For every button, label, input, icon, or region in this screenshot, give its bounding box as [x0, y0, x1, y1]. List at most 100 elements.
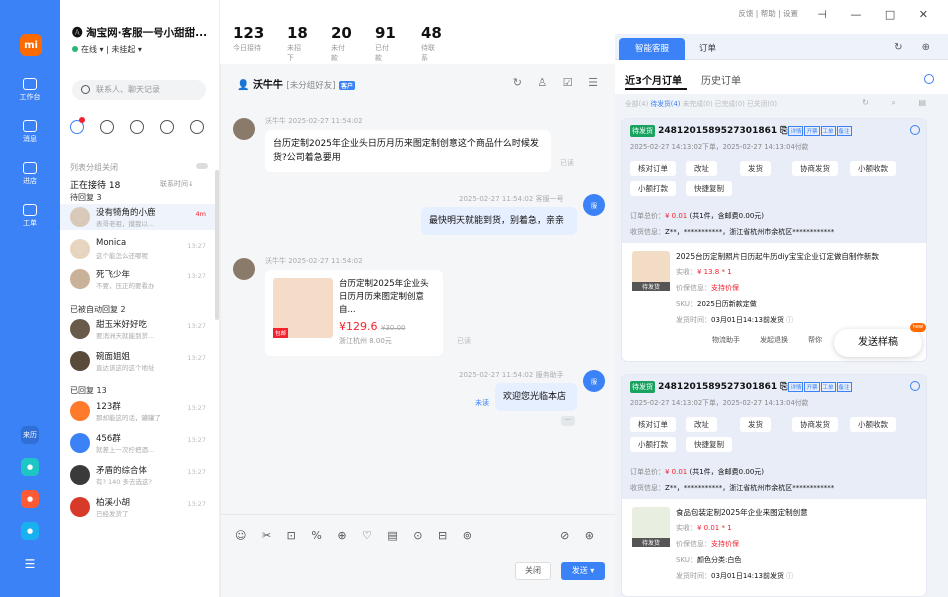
sort-selector[interactable]: 联系时间↓ — [160, 179, 194, 189]
logistics-helper-button[interactable]: 物流助手 — [712, 335, 740, 345]
product-card[interactable]: 包邮 台历定制2025年企业头日历月历来图定制创意自... ¥129.6 ¥30… — [265, 270, 443, 356]
order-ticket-tag[interactable]: 工单 — [820, 382, 836, 392]
action-button[interactable]: 发货 — [740, 417, 771, 432]
avatar — [70, 465, 90, 485]
app-logo: mi — [20, 34, 42, 56]
ticket-tag[interactable]: 开票 — [804, 382, 820, 392]
rail-item-messages[interactable]: 消息 — [0, 120, 60, 144]
conversation-item[interactable]: 矛盾的综合体 有? 140 多去选这? 13:27 — [60, 462, 218, 488]
close-button[interactable]: 关闭 — [515, 562, 551, 580]
product-image: 待发货 — [632, 251, 670, 291]
conversation-panel: 🅐 淘宝网·客服一号小甜甜... 在线 ▾ | 未挂起 ▾ 联系人、聊天记录 列… — [60, 0, 220, 597]
rail-item-tickets[interactable]: 工单 — [0, 204, 60, 228]
filter-tool-icons[interactable]: ↻ ⌕ ▤ — [862, 98, 936, 108]
agent-avatar: 服 — [583, 370, 605, 392]
action-button[interactable]: 发货 — [740, 161, 771, 176]
group-avatar — [70, 401, 90, 421]
filter-tabs — [70, 117, 210, 136]
copy-icon[interactable]: ⎘ — [780, 382, 787, 392]
stat-today[interactable]: 123 今日接待 — [233, 24, 264, 53]
stat-unordered[interactable]: 18 未招下 — [287, 24, 308, 63]
group-toggle-label: 列表分组关闭 — [70, 163, 118, 172]
refresh-add-icons[interactable]: ↻ ⊕ — [894, 42, 938, 53]
toolbar-icons[interactable]: ☺ ✂ ⊡ % ⊕ ♡ ▤ ⊙ ⊟ ⊚ — [235, 529, 478, 542]
input-toolbar: ☺ ✂ ⊡ % ⊕ ♡ ▤ ⊙ ⊟ ⊚ ⊘ ⊛ — [221, 514, 616, 554]
rail-tag-button[interactable]: 来历 — [21, 426, 39, 444]
window-controls[interactable]: ⊣ — □ ✕ — [817, 8, 938, 21]
action-button[interactable]: 核对订单 — [630, 161, 676, 176]
action-button[interactable]: 改址 — [686, 417, 717, 432]
action-button[interactable]: 小额打款 — [630, 437, 676, 452]
list-scrollbar[interactable] — [215, 170, 219, 320]
conversation-item[interactable]: 甜玉米好好吃 要消洲天就能到货... 13:27 — [60, 316, 218, 342]
collapse-icon[interactable] — [910, 125, 920, 135]
send-proof-button[interactable]: 发送样稿 new — [834, 323, 926, 357]
avatar: 👤 — [237, 80, 253, 91]
order-id[interactable]: 2481201589527301861 — [658, 126, 777, 136]
tab-history-icon[interactable] — [100, 120, 114, 134]
rail-item-workbench[interactable]: 工作台 — [0, 78, 60, 102]
action-button[interactable]: 核对订单 — [630, 417, 676, 432]
conversation-item[interactable]: 456群 就差上一次拧把酒... 13:27 — [60, 430, 218, 456]
order-filters[interactable]: 全部(4) 待发货(4) 未完成(0) 已完成(0) 已关闭(0) — [625, 98, 777, 108]
tab-recent-orders[interactable]: 近3个月订单 — [625, 72, 682, 87]
rail-item-shop[interactable]: 进店 — [0, 162, 60, 186]
detail-tag[interactable]: 详情 — [788, 126, 804, 136]
more-icon[interactable]: ··· — [561, 416, 575, 426]
tab-person-icon[interactable] — [130, 120, 144, 134]
send-button[interactable]: 发送 ▾ — [561, 562, 605, 580]
status-selector[interactable]: 在线 ▾ | 未挂起 ▾ — [72, 44, 142, 55]
order-product: 待发货 食品包装定制2025年企业来图定制创意 实收：¥ 0.01 * 1 价保… — [628, 503, 922, 595]
menu-icon[interactable]: ☰ — [21, 555, 39, 573]
note-tag[interactable]: 备注 — [836, 382, 852, 392]
help-button[interactable]: 帮你 — [808, 335, 822, 345]
action-button[interactable]: 协商发货 — [792, 161, 838, 176]
message-bubble: 台历定制2025年企业头日历月历来图定制创意这个商品什么时候发货?公司着急要用 — [265, 130, 551, 172]
detail-tag[interactable]: 详情 — [788, 382, 804, 392]
ticket-tag[interactable]: 开票 — [804, 126, 820, 136]
top-links[interactable]: 反馈 | 帮助 | 设置 — [738, 8, 798, 19]
tab-history-orders[interactable]: 历史订单 — [701, 72, 741, 87]
toolbar-right-icons[interactable]: ⊘ ⊛ — [560, 529, 600, 542]
conversation-item[interactable]: 碗面姐姐 直达该这的这个地址 13:27 — [60, 348, 218, 374]
refund-button[interactable]: 发起退换 — [760, 335, 788, 345]
conversation-item[interactable]: Monica 这个能怎么还哪呢 13:27 — [60, 236, 218, 262]
product-image: 包邮 — [273, 278, 333, 338]
note-tag[interactable]: 备注 — [836, 126, 852, 136]
avatar — [70, 239, 90, 259]
action-button[interactable]: 改址 — [686, 161, 717, 176]
shop-title: 🅐 淘宝网·客服一号小甜甜... — [72, 27, 208, 39]
conversation-item[interactable]: 123群 那却能这的话，罐罐了 13:27 — [60, 398, 218, 424]
action-button[interactable]: 小额打款 — [630, 181, 676, 196]
plugin-app-3-icon[interactable]: ● — [21, 522, 39, 540]
online-dot-icon — [72, 46, 78, 52]
action-button[interactable]: 快捷复制 — [686, 437, 732, 452]
action-button[interactable]: 小额收款 — [850, 417, 896, 432]
plugin-app-1-icon[interactable]: ● — [21, 458, 39, 476]
conversation-item[interactable]: 柏溪小胡 已经发货了 13:27 — [60, 494, 218, 520]
conversation-item[interactable]: 没有犄角的小鹿 表哥老祖，摸我以... 4m — [60, 204, 218, 230]
collapse-icon[interactable] — [910, 381, 920, 391]
tab-orders[interactable]: 订单 — [699, 38, 716, 60]
stat-unpaid[interactable]: 20 未付款 — [331, 24, 352, 63]
workbench-icon — [23, 78, 37, 90]
plugin-app-2-icon[interactable]: ● — [21, 490, 39, 508]
tab-group-icon[interactable] — [190, 120, 204, 134]
action-button[interactable]: 协商发货 — [792, 417, 838, 432]
order-id[interactable]: 2481201589527301861 — [658, 382, 777, 392]
action-button[interactable]: 小额收款 — [850, 161, 896, 176]
stat-contact[interactable]: 48 待联系 — [421, 24, 442, 63]
search-input[interactable]: 联系人、聊天记录 — [72, 80, 206, 100]
collapse-icon[interactable] — [924, 74, 934, 84]
conversation-item[interactable]: 死飞少年 不要，压正的要看办 13:27 — [60, 266, 218, 292]
message-bubble-self: 最快明天就能到货，别着急，亲亲 — [421, 207, 577, 235]
order-ticket-tag[interactable]: 工单 — [820, 126, 836, 136]
action-button[interactable]: 快捷复制 — [686, 181, 732, 196]
chat-header-icons[interactable]: ↻ ♙ ☑ ☰ — [513, 76, 604, 89]
copy-icon[interactable]: ⎘ — [780, 126, 787, 136]
tab-smart-service[interactable]: 智能客服 — [619, 38, 685, 60]
stat-paid[interactable]: 91 已付款 — [375, 24, 396, 63]
group-toggle[interactable] — [196, 163, 208, 169]
chat-contact-name[interactable]: 👤 沃牛牛 [未分组好友] 客户 — [237, 76, 356, 91]
tab-team-icon[interactable] — [160, 120, 174, 134]
